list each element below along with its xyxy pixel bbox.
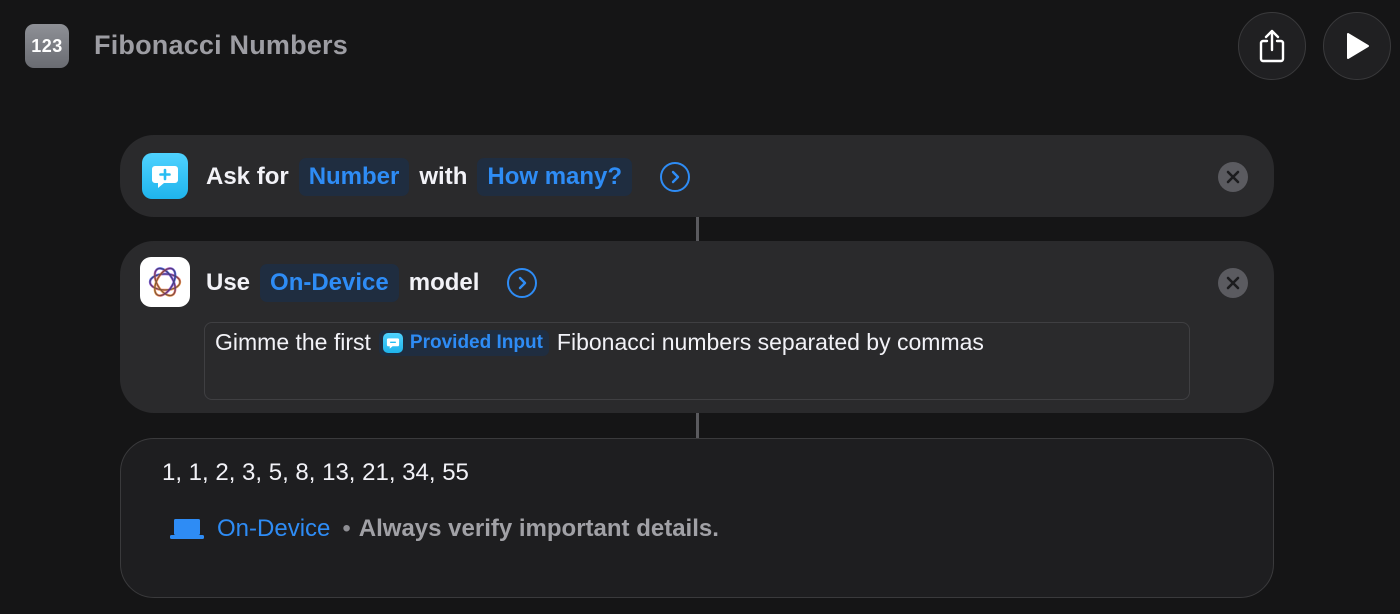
input-type-token[interactable]: Number: [298, 158, 410, 196]
provided-input-token[interactable]: Provided Input: [378, 329, 549, 356]
prompt-text: Gimme the first Provided Input Fibonacci…: [215, 329, 984, 356]
ask-speech-bubble-icon: [142, 153, 188, 199]
ask-speech-bubble-icon: [382, 332, 403, 353]
apple-intelligence-icon: [140, 257, 190, 307]
play-icon: [1347, 33, 1369, 59]
prompt-token[interactable]: How many?: [477, 158, 633, 196]
remove-ask-action-button[interactable]: [1218, 162, 1248, 192]
use-suffix: model: [408, 269, 480, 296]
device-label[interactable]: On-Device: [217, 515, 330, 543]
header: 123 Fibonacci Numbers: [0, 0, 1400, 95]
model-output-text[interactable]: 1, 1, 2, 3, 5, 8, 13, 21, 34, 55: [162, 459, 469, 487]
ask-for-input-action[interactable]: Ask for Number with How many?: [120, 135, 1274, 217]
use-action-row: Use On-Device model: [206, 263, 538, 303]
shortcut-title[interactable]: Fibonacci Numbers: [94, 30, 348, 61]
share-button[interactable]: [1238, 12, 1306, 80]
verify-note: Always verify important details.: [358, 515, 719, 542]
model-result-panel: 1, 1, 2, 3, 5, 8, 13, 21, 34, 55 On-Devi…: [120, 438, 1274, 598]
provided-input-label: Provided Input: [409, 331, 543, 353]
prompt-before: Gimme the first: [215, 329, 371, 355]
separator-dot: •: [342, 515, 351, 542]
expand-use-button[interactable]: [507, 268, 538, 298]
result-footer: On-Device • Always verify important deta…: [169, 515, 719, 543]
shortcut-editor: 123 Fibonacci Numbers Ask for Number wit…: [0, 0, 1400, 614]
action-connector: [696, 413, 699, 438]
ask-middle: with: [419, 163, 468, 190]
prompt-after: Fibonacci numbers separated by commas: [556, 329, 984, 355]
action-connector: [696, 217, 699, 241]
close-icon: [1226, 170, 1240, 184]
share-icon: [1259, 29, 1285, 63]
expand-ask-button[interactable]: [660, 162, 691, 192]
ask-prefix: Ask for: [206, 163, 289, 190]
use-model-action[interactable]: Use On-Device model Gimme the first Prov…: [120, 241, 1274, 413]
use-prefix: Use: [206, 269, 251, 296]
laptop-icon: [170, 519, 204, 539]
chevron-right-circle-icon: [519, 276, 527, 290]
model-prompt-field[interactable]: Gimme the first Provided Input Fibonacci…: [204, 322, 1190, 400]
model-token[interactable]: On-Device: [260, 264, 399, 302]
ask-action-row: Ask for Number with How many?: [206, 157, 691, 197]
number-app-icon[interactable]: 123: [25, 24, 69, 68]
chevron-right-circle-icon: [671, 170, 680, 184]
remove-use-action-button[interactable]: [1218, 268, 1248, 298]
run-button[interactable]: [1323, 12, 1391, 80]
close-icon: [1226, 276, 1240, 290]
